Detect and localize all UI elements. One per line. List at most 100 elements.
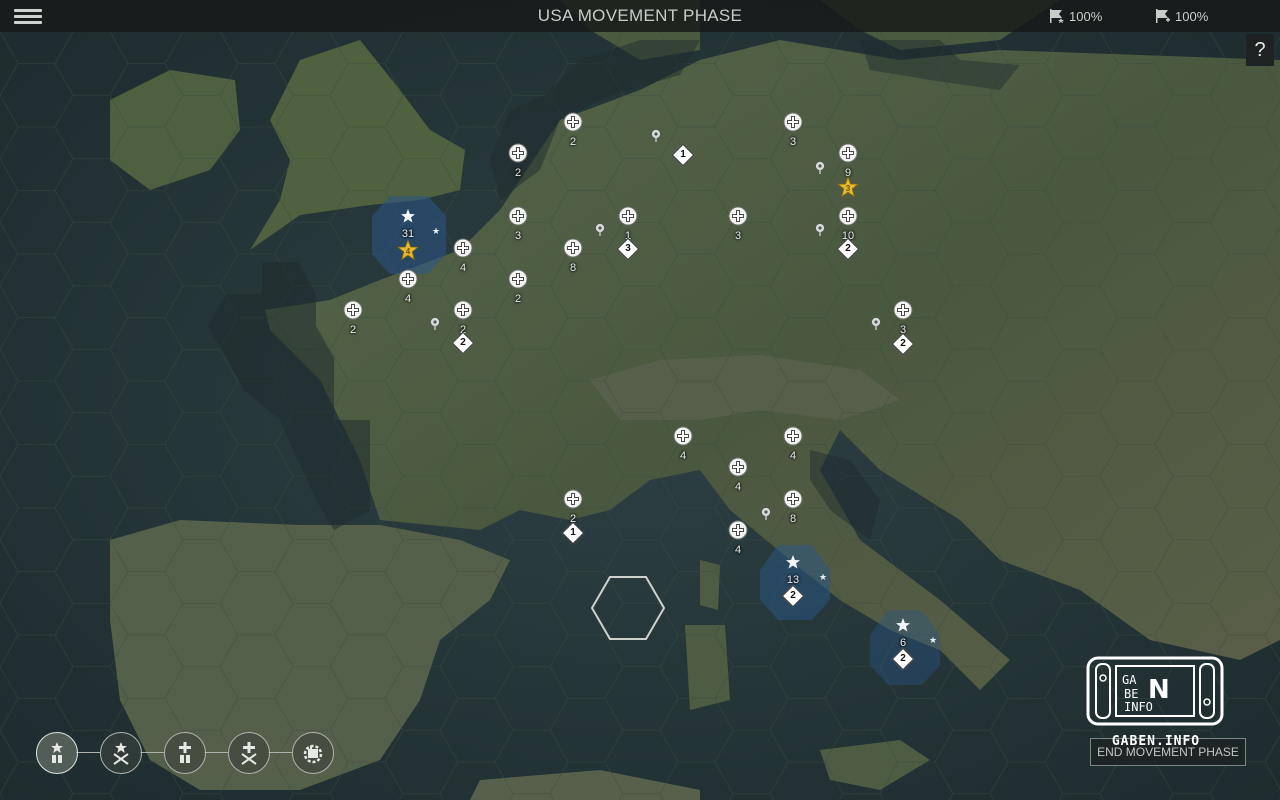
allied-star-icon: [400, 209, 416, 228]
allied-unit-stack[interactable]: 6: [883, 617, 923, 649]
axis-unit-stack[interactable]: 2: [553, 489, 593, 525]
victory-city-value: 4: [406, 247, 411, 256]
allied-star-icon: [895, 618, 911, 637]
territory-value: 2: [790, 590, 796, 601]
territory-value: 2: [845, 243, 851, 254]
axis-unit-stack[interactable]: 8: [773, 489, 813, 525]
victory-city-star-icon[interactable]: 3: [836, 175, 860, 203]
iron-cross-icon: [508, 269, 528, 293]
unit-count: 8: [789, 513, 797, 525]
flag-star-icon: [1050, 9, 1064, 24]
axis-unit-stack[interactable]: 4: [718, 520, 758, 556]
axis-unit-stack[interactable]: 2: [333, 300, 373, 336]
iron-cross-icon: [563, 489, 583, 513]
unit-count: 4: [404, 293, 412, 305]
axis-unit-stack[interactable]: 3: [498, 206, 538, 242]
iron-cross-icon: [728, 520, 748, 544]
map-pin-icon[interactable]: [760, 507, 772, 526]
axis-unit-stack[interactable]: 3: [718, 206, 758, 242]
iron-cross-icon: [453, 300, 473, 324]
map-pin-icon[interactable]: [650, 129, 662, 148]
unit-count: 3: [789, 136, 797, 148]
axis-unit-stack[interactable]: 4: [663, 426, 703, 462]
step-axis-combat[interactable]: [228, 732, 270, 774]
territory-value: 2: [900, 338, 906, 349]
iron-cross-icon: [783, 426, 803, 450]
iron-cross-icon: [728, 206, 748, 230]
map-pin-icon[interactable]: [870, 317, 882, 336]
map-pin-icon[interactable]: [814, 161, 826, 180]
axis-unit-stack[interactable]: 2: [498, 143, 538, 179]
unit-count: 4: [734, 544, 742, 556]
unit-count: 4: [734, 481, 742, 493]
help-button[interactable]: ?: [1246, 34, 1274, 66]
unit-count: 2: [514, 167, 522, 179]
territory-value: 3: [625, 243, 631, 254]
flag-cross-icon: [1156, 9, 1170, 23]
territory-value: 1: [680, 149, 686, 160]
unit-count: 4: [679, 450, 687, 462]
iron-cross-icon: [673, 426, 693, 450]
supply-indicator-right: 100%: [1154, 7, 1208, 25]
iron-cross-icon: [783, 112, 803, 136]
iron-cross-icon: [893, 300, 913, 324]
svg-text:GA: GA: [1122, 673, 1137, 687]
axis-unit-stack[interactable]: 3: [773, 112, 813, 148]
small-star-icon: ★: [432, 226, 441, 236]
axis-unit-stack[interactable]: 2: [553, 112, 593, 148]
supply-left-value: 100%: [1069, 8, 1103, 24]
watermark-url: GABEN.INFO: [1111, 734, 1201, 749]
unit-count: 4: [789, 450, 797, 462]
unit-count: 2: [569, 136, 577, 148]
step-connector: [268, 752, 292, 753]
step-combat[interactable]: [100, 732, 142, 774]
axis-unit-stack[interactable]: 9: [828, 143, 868, 179]
map-pin-icon[interactable]: [814, 223, 826, 242]
axis-unit-stack[interactable]: 4: [443, 238, 483, 274]
step-connector: [140, 752, 164, 753]
victory-city-star-icon[interactable]: 4: [396, 238, 420, 266]
map-pin-icon[interactable]: [594, 223, 606, 242]
step-connector: [204, 752, 228, 753]
map-pin-icon[interactable]: [429, 317, 441, 336]
axis-unit-stack[interactable]: 4: [388, 269, 428, 305]
iron-cross-icon: [618, 206, 638, 230]
iron-cross-icon: [563, 112, 583, 136]
iron-cross-icon: [508, 206, 528, 230]
unit-count: 3: [514, 230, 522, 242]
step-axis-deploy[interactable]: [164, 732, 206, 774]
axis-unit-stack[interactable]: 8: [553, 238, 593, 274]
svg-text:BE: BE: [1124, 687, 1138, 701]
territory-value: 2: [460, 337, 466, 348]
territory-value: 2: [900, 653, 906, 664]
supply-indicator-left: 100%: [1048, 7, 1102, 25]
axis-unit-stack[interactable]: 4: [718, 457, 758, 493]
small-star-icon: ★: [929, 635, 938, 645]
gaben-info-logo: GA BE N INFO: [1086, 656, 1224, 726]
unit-count: 4: [459, 262, 467, 274]
axis-unit-stack[interactable]: 1: [608, 206, 648, 242]
unit-count: 2: [349, 324, 357, 336]
allied-unit-stack[interactable]: 31: [388, 208, 428, 240]
step-production[interactable]: [292, 732, 334, 774]
territory-value: 1: [570, 527, 576, 538]
allied-unit-stack[interactable]: 13: [773, 554, 813, 586]
iron-cross-icon: [838, 206, 858, 230]
small-star-icon: ★: [819, 572, 828, 582]
step-deploy[interactable]: [36, 732, 78, 774]
axis-unit-stack[interactable]: 3: [883, 300, 923, 336]
axis-unit-stack[interactable]: 4: [773, 426, 813, 462]
iron-cross-icon: [343, 300, 363, 324]
iron-cross-icon: [783, 489, 803, 513]
axis-unit-stack[interactable]: 10: [828, 206, 868, 242]
unit-count: 2: [514, 293, 522, 305]
iron-cross-icon: [838, 143, 858, 167]
supply-right-value: 100%: [1175, 8, 1209, 24]
axis-unit-stack[interactable]: 2: [498, 269, 538, 305]
axis-unit-stack[interactable]: 2: [443, 300, 483, 336]
iron-cross-icon: [508, 143, 528, 167]
iron-cross-icon: [453, 238, 473, 262]
step-connector: [76, 752, 100, 753]
iron-cross-icon: [398, 269, 418, 293]
unit-count: 3: [734, 230, 742, 242]
